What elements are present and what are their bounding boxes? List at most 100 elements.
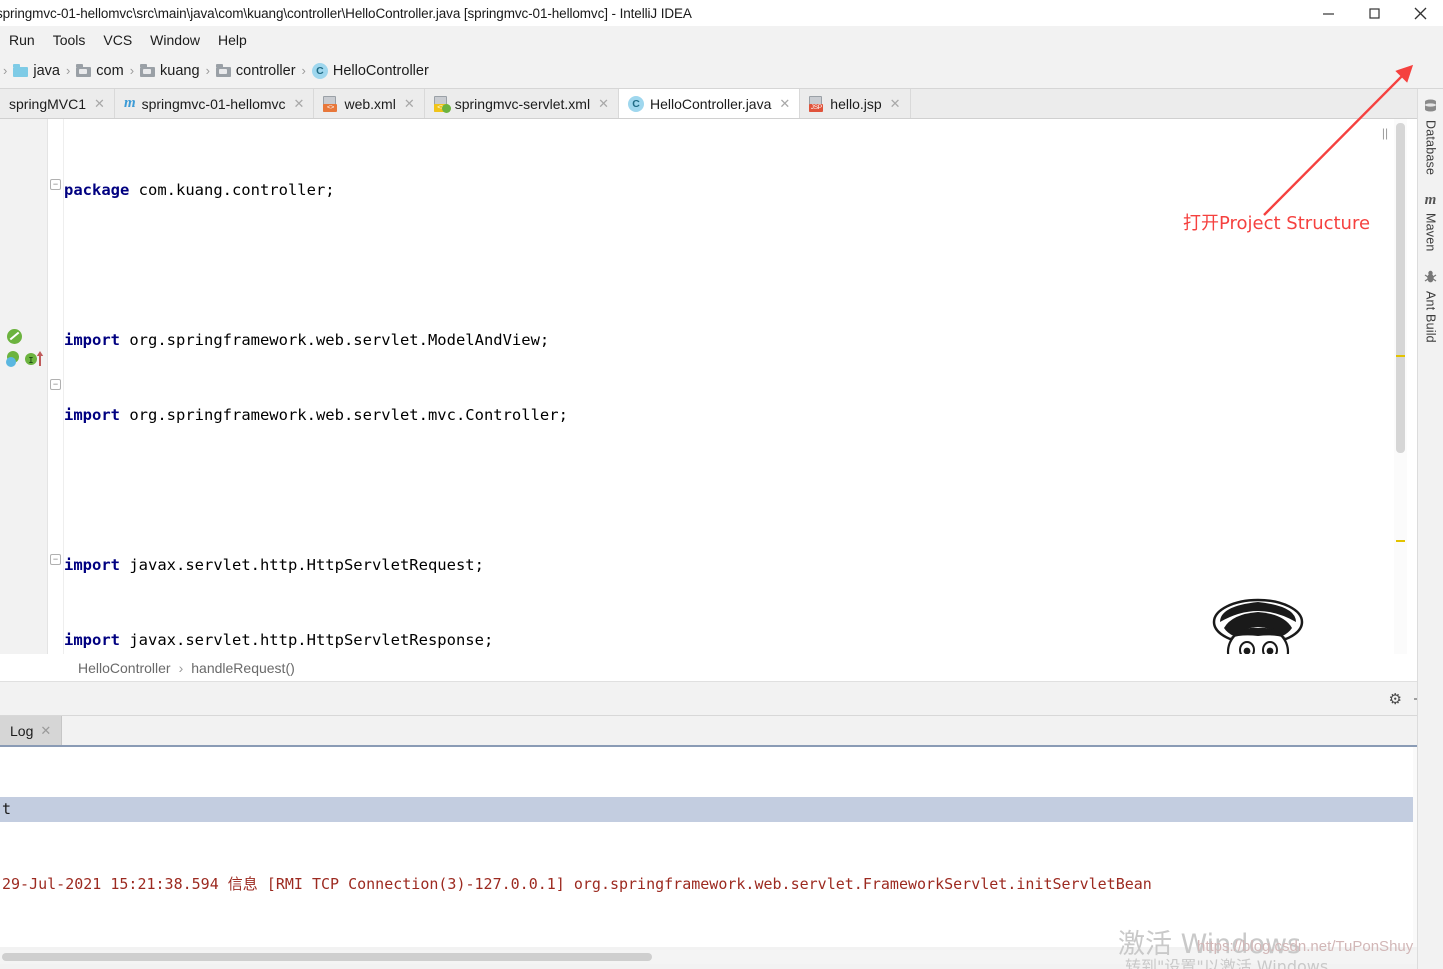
breadcrumb-label-java: java bbox=[33, 62, 60, 79]
annotation-label: 打开Project Structure bbox=[1183, 213, 1371, 234]
run-panel-tab-bar: Log ✕ bbox=[0, 716, 1443, 747]
database-icon bbox=[1424, 99, 1437, 115]
menu-label-help: Help bbox=[217, 31, 247, 48]
editor-tab-springmvc-01-hellomvc[interactable]: m springmvc-01-hellomvc ✕ bbox=[114, 89, 315, 118]
menu-item-run[interactable]: Run bbox=[0, 30, 44, 50]
code-content[interactable]: package com.kuang.controller; import org… bbox=[64, 119, 1393, 654]
window-controls bbox=[1305, 0, 1443, 26]
tab-label: web.xml bbox=[344, 95, 396, 112]
menu-item-window[interactable]: Window bbox=[141, 30, 209, 50]
code-line: package com.kuang.controller; bbox=[64, 181, 335, 199]
menu-bar: Run Tools VCS Window Help bbox=[0, 26, 1443, 53]
tool-window-label: Maven bbox=[1423, 213, 1438, 252]
navigation-bar: › java › com › kuang › controller › C He… bbox=[0, 53, 1443, 144]
editor-warning-marker[interactable] bbox=[1396, 540, 1405, 542]
breadcrumb-item-java[interactable]: java bbox=[13, 63, 60, 79]
scrollbar-thumb[interactable] bbox=[2, 953, 652, 961]
breadcrumb-label-com: com bbox=[96, 62, 124, 79]
breadcrumb-separator: › bbox=[205, 63, 210, 78]
tool-window-label: Ant Build bbox=[1423, 290, 1438, 343]
maven-icon: m bbox=[1424, 192, 1437, 209]
close-icon[interactable]: ✕ bbox=[294, 96, 305, 112]
editor-tab-hello-jsp[interactable]: JSP hello.jsp ✕ bbox=[800, 89, 911, 118]
console-output[interactable]: t 29-Jul-2021 15:21:38.594 信息 [RMI TCP C… bbox=[0, 747, 1443, 947]
editor-tab-springmvc-servlet-xml[interactable]: <> springmvc-servlet.xml ✕ bbox=[424, 89, 619, 118]
close-button[interactable] bbox=[1397, 0, 1443, 26]
xml-file-icon: <> bbox=[323, 95, 338, 112]
code-line: import javax.servlet.http.HttpServletReq… bbox=[64, 556, 484, 574]
tab-label: springMVC1 bbox=[9, 95, 87, 112]
fold-collapse-icon[interactable]: − bbox=[50, 179, 61, 190]
editor-fold-strip[interactable]: − − − bbox=[48, 119, 64, 654]
editor-warning-marker[interactable] bbox=[1396, 355, 1405, 357]
close-icon[interactable]: ✕ bbox=[779, 96, 790, 112]
java-class-icon: C bbox=[627, 95, 644, 112]
breadcrumb-separator: › bbox=[301, 63, 306, 78]
menu-label-vcs: VCS bbox=[103, 31, 133, 48]
breadcrumb-separator: › bbox=[178, 659, 184, 676]
breadcrumb-method[interactable]: handleRequest() bbox=[191, 660, 295, 676]
close-icon[interactable]: ✕ bbox=[94, 96, 105, 112]
implementing-method-gutter-icon[interactable]: I bbox=[24, 351, 46, 374]
breadcrumb-item-kuang[interactable]: kuang bbox=[140, 63, 200, 79]
source-folder-icon bbox=[13, 64, 29, 77]
tab-label: HelloController.java bbox=[649, 95, 772, 112]
run-panel-tab-log[interactable]: Log ✕ bbox=[0, 716, 63, 745]
editor-gutter[interactable]: I bbox=[0, 119, 48, 654]
folder-icon bbox=[140, 64, 156, 77]
folder-icon bbox=[215, 64, 231, 77]
menu-label-tools: Tools bbox=[52, 31, 86, 48]
minimize-button[interactable] bbox=[1305, 0, 1351, 26]
blog-url-watermark: https://blog.csdn.net/TuPonShuy bbox=[1197, 938, 1414, 955]
breadcrumb-label-controller: controller bbox=[235, 62, 296, 79]
tool-window-button-maven[interactable]: m Maven bbox=[1424, 193, 1438, 252]
breadcrumb-item-controller[interactable]: controller bbox=[215, 62, 296, 79]
editor-tab-hellocontroller-java[interactable]: C HelloController.java ✕ bbox=[618, 89, 801, 118]
tool-window-button-ant-build[interactable]: Ant Build bbox=[1424, 270, 1438, 343]
tool-window-button-database[interactable]: Database bbox=[1424, 99, 1438, 175]
svg-text:I: I bbox=[28, 356, 33, 366]
breadcrumb-class[interactable]: HelloController bbox=[78, 660, 171, 676]
console-line: 29-Jul-2021 15:21:38.594 信息 [RMI TCP Con… bbox=[2, 875, 1152, 893]
code-editor[interactable]: I − − − package com.kuang.controller; im… bbox=[0, 119, 1443, 734]
menu-label-run: Run bbox=[9, 31, 35, 48]
windows-activation-watermark-line2: 转到"设置"以激活 Windows bbox=[1125, 957, 1329, 969]
ant-icon bbox=[1424, 270, 1437, 286]
breadcrumb-label-hellocontroller: HelloController bbox=[332, 62, 429, 79]
tab-label: springmvc-servlet.xml bbox=[454, 95, 591, 112]
breadcrumb-item-hellocontroller[interactable]: C HelloController bbox=[311, 62, 429, 79]
fold-collapse-icon[interactable]: − bbox=[50, 379, 61, 390]
console-line: t bbox=[0, 797, 1443, 822]
maximize-button[interactable] bbox=[1351, 0, 1397, 26]
folder-icon bbox=[76, 64, 92, 77]
fold-collapse-icon[interactable]: − bbox=[50, 554, 61, 565]
annotation-arrow bbox=[1263, 64, 1414, 216]
menu-item-vcs[interactable]: VCS bbox=[94, 30, 141, 50]
gear-icon[interactable]: ⚙ bbox=[1389, 690, 1402, 708]
code-line: import org.springframework.web.servlet.m… bbox=[64, 406, 568, 424]
tool-window-label: Database bbox=[1423, 120, 1438, 176]
editor-tab-web-xml[interactable]: <> web.xml ✕ bbox=[314, 89, 425, 118]
close-icon[interactable]: ✕ bbox=[40, 723, 51, 739]
close-icon[interactable]: ✕ bbox=[598, 96, 609, 112]
editor-tab-bar: springMVC1 ✕ m springmvc-01-hellomvc ✕ <… bbox=[0, 89, 1443, 119]
intellij-idea-window: springmvc-01-hellomvc\src\main\java\com\… bbox=[0, 0, 1443, 969]
editor-structure-breadcrumb: HelloController › handleRequest() bbox=[0, 654, 1443, 682]
java-class-icon: C bbox=[311, 62, 328, 79]
spring-bean-gutter-icon[interactable] bbox=[7, 329, 22, 344]
code-line: import org.springframework.web.servlet.M… bbox=[64, 331, 550, 349]
run-panel-header: ⚙ — bbox=[0, 682, 1443, 716]
spring-bean-navigate-gutter-icon[interactable] bbox=[5, 351, 25, 374]
right-tool-window-bar: Database m Maven Ant Build bbox=[1417, 89, 1443, 969]
close-icon[interactable]: ✕ bbox=[890, 96, 901, 112]
breadcrumb-item-com[interactable]: com bbox=[76, 62, 124, 79]
menu-item-tools[interactable]: Tools bbox=[44, 30, 95, 50]
window-title: springmvc-01-hellomvc\src\main\java\com\… bbox=[0, 5, 692, 21]
editor-tab-springmvc1[interactable]: springMVC1 ✕ bbox=[0, 89, 115, 118]
window-title-bar: springmvc-01-hellomvc\src\main\java\com\… bbox=[0, 0, 1443, 26]
close-icon[interactable]: ✕ bbox=[404, 96, 415, 112]
menu-item-help[interactable]: Help bbox=[209, 30, 256, 50]
maven-module-icon: m bbox=[123, 95, 136, 111]
tab-label: springmvc-01-hellomvc bbox=[141, 95, 286, 112]
